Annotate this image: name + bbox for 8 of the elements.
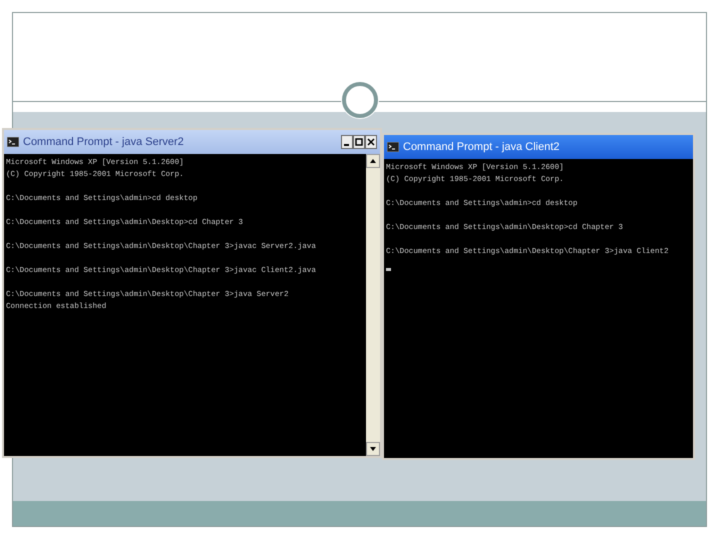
scroll-up-icon[interactable] [366, 154, 380, 168]
scrollbar[interactable] [366, 154, 380, 456]
console-icon [7, 137, 19, 147]
window-title: Command Prompt - java Server2 [23, 136, 185, 148]
window-controls-icon[interactable] [341, 135, 377, 149]
scroll-down-icon[interactable] [366, 442, 380, 456]
console-icon [387, 142, 399, 152]
window-title: Command Prompt - java Client2 [403, 141, 561, 153]
